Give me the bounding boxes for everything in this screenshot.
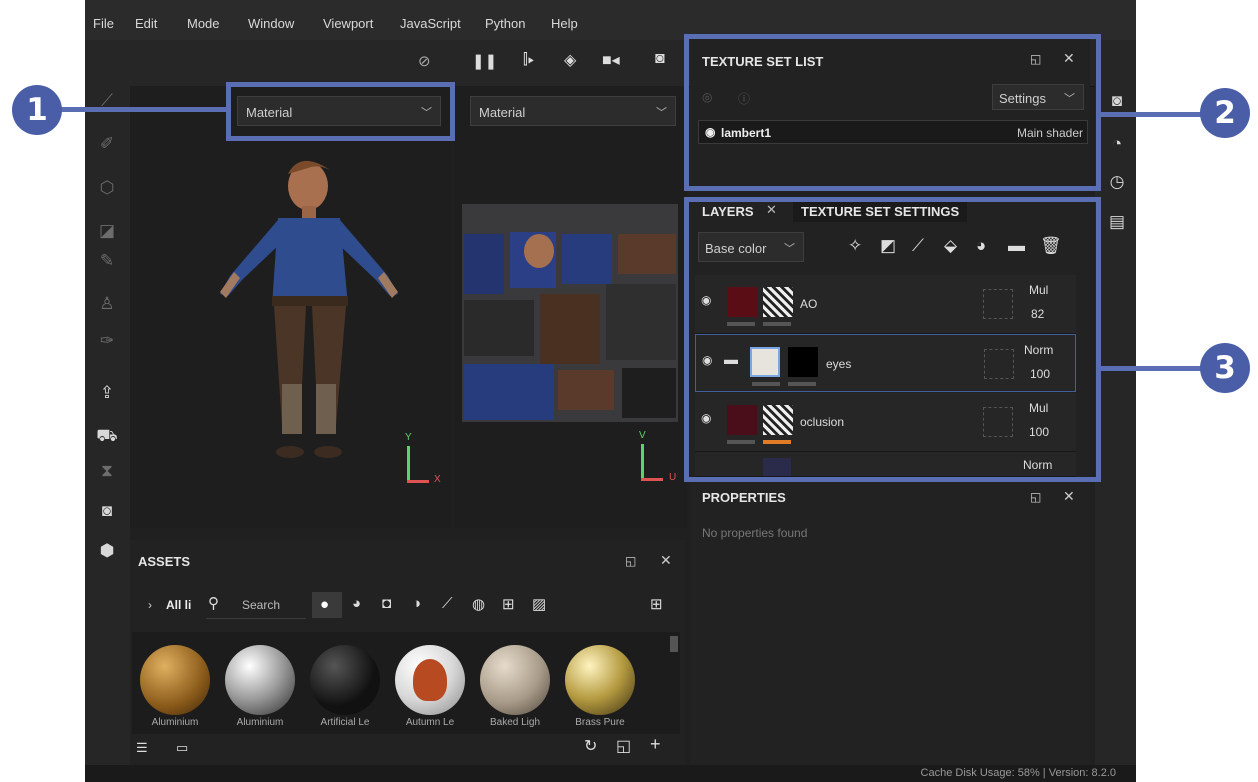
menu-file[interactable]: File <box>93 16 114 31</box>
display-icon[interactable]: ◔ <box>1105 133 1129 155</box>
filter-generators-icon[interactable]: ◑ <box>412 595 421 612</box>
axis-x-label: X <box>434 474 441 485</box>
close-icon[interactable]: ✕ <box>660 552 672 569</box>
pause-icon[interactable]: ❚❚ <box>472 52 497 70</box>
asset-label: Artificial Le <box>320 717 370 728</box>
undock-icon[interactable]: ◱ <box>625 554 636 568</box>
smudge-icon[interactable]: ✎ <box>95 250 119 272</box>
cube-view-icon[interactable]: ◈ <box>564 50 576 70</box>
undock-icon[interactable]: ◱ <box>1030 490 1041 504</box>
axis-y-line <box>407 446 410 480</box>
dropdown-value: Material <box>479 105 526 120</box>
status-text: Cache Disk Usage: 58% | Version: 8.2.0 <box>920 767 1116 779</box>
camera-off-icon[interactable]: ⊘ <box>418 52 438 72</box>
empty-message: No properties found <box>702 526 808 540</box>
uv-texture-map <box>462 204 678 422</box>
properties-panel: PROPERTIES ◱ ✕ No properties found <box>690 482 1090 765</box>
menu-window[interactable]: Window <box>248 16 294 31</box>
breadcrumb[interactable]: All li <box>166 598 191 612</box>
projection-icon[interactable]: ⬡ <box>95 177 119 199</box>
asset-baked-light[interactable] <box>480 645 550 715</box>
asset-brass-pure[interactable] <box>565 645 635 715</box>
menu-python[interactable]: Python <box>485 16 525 31</box>
eraser-icon[interactable]: ✐ <box>95 133 119 155</box>
asset-label: Baked Ligh <box>489 717 541 728</box>
callout-box-1 <box>226 82 455 141</box>
filter-alphas-icon[interactable]: ⊞ <box>502 595 515 613</box>
right-toolbar: ◙ ◔ ◷ ▤ <box>1095 40 1136 765</box>
asset-label: Brass Pure <box>575 717 625 728</box>
scrollbar[interactable] <box>670 636 678 652</box>
export-icon[interactable]: ⇪ <box>95 382 119 404</box>
video-camera-icon[interactable]: ■◂ <box>602 50 620 70</box>
panel-title: PROPERTIES <box>702 490 786 505</box>
search-field[interactable]: ⚲ Search <box>206 592 306 619</box>
viewport-2d-material-dropdown[interactable]: Material ﹀ <box>470 96 676 126</box>
asset-label: Aluminium <box>151 717 199 728</box>
refresh-icon[interactable]: ↻ <box>584 736 597 756</box>
panel-title: ASSETS <box>138 554 191 569</box>
left-toolbar: ⟋ ✐ ⬡ ◪ ✎ ♙ ✑ ⇪ ⛟ ⧗ ◙ ⬢ <box>85 40 130 765</box>
hourglass-icon[interactable]: ⧗ <box>95 460 119 482</box>
menu-javascript[interactable]: JavaScript <box>400 16 461 31</box>
asset-aluminium[interactable] <box>225 645 295 715</box>
filter-materials-icon[interactable]: ● <box>312 592 342 618</box>
axis-u-label: U <box>669 472 677 483</box>
callout-badge-2: 2 <box>1200 88 1250 138</box>
mesh-icon[interactable]: ⬢ <box>95 540 119 562</box>
axis-v-label: V <box>639 430 646 441</box>
axis-x-line <box>407 480 429 483</box>
filter-smart-materials-icon[interactable]: ◕ <box>352 595 361 612</box>
uv-face <box>524 234 554 268</box>
search-icon: ⚲ <box>208 595 219 612</box>
asset-artificial-leather[interactable] <box>310 645 380 715</box>
camera-icon[interactable]: ◙ <box>1105 90 1129 112</box>
filter-brushes-icon[interactable]: ⟋ <box>442 595 453 612</box>
status-bar: Cache Disk Usage: 58% | Version: 8.2.0 <box>85 765 1136 782</box>
filter-masks-icon[interactable]: ◘ <box>382 595 391 612</box>
character-model <box>220 160 398 458</box>
bake-icon[interactable]: ⛟ <box>95 425 119 447</box>
filter-environments-icon[interactable]: ▨ <box>532 595 546 613</box>
screenshot-icon[interactable]: ◙ <box>655 50 665 68</box>
viewport-3d[interactable]: Y X <box>130 86 452 528</box>
asset-aluminium-gold[interactable] <box>140 645 210 715</box>
axis-u-line <box>641 478 663 481</box>
symmetry-icon[interactable]: ⫿▸ <box>523 51 535 68</box>
add-icon[interactable]: + <box>650 734 661 755</box>
display-settings-icon[interactable]: ◙ <box>95 500 119 522</box>
callout-box-2 <box>684 34 1101 191</box>
menu-viewport[interactable]: Viewport <box>323 16 373 31</box>
callout-box-3 <box>684 197 1101 482</box>
expand-icon[interactable]: › <box>148 598 152 612</box>
close-icon[interactable]: ✕ <box>1063 488 1075 505</box>
folder-view-icon[interactable]: ▭ <box>176 740 188 756</box>
chevron-down-icon: ﹀ <box>656 107 667 119</box>
history-icon[interactable]: ◷ <box>1105 171 1129 193</box>
callout-leader-2 <box>1099 112 1209 117</box>
grid-view-icon[interactable]: ⊞ <box>650 595 663 613</box>
axis-y-label: Y <box>405 432 412 443</box>
search-placeholder: Search <box>242 598 281 612</box>
callout-leader-1 <box>60 107 228 112</box>
axis-v-line <box>641 444 644 478</box>
menu-mode[interactable]: Mode <box>187 16 220 31</box>
color-picker-icon[interactable]: ✑ <box>95 330 119 352</box>
callout-leader-3 <box>1099 366 1209 371</box>
asset-label: Aluminium <box>236 717 284 728</box>
menu-help[interactable]: Help <box>551 16 578 31</box>
list-view-icon[interactable]: ☰ <box>136 740 148 756</box>
viewport-2d[interactable]: V U <box>454 86 687 528</box>
polygon-fill-icon[interactable]: ◪ <box>95 220 119 242</box>
log-icon[interactable]: ▤ <box>1105 211 1129 233</box>
callout-badge-1: 1 <box>12 85 62 135</box>
asset-label: Autumn Le <box>405 717 455 728</box>
filter-textures-icon[interactable]: ◍ <box>472 595 485 613</box>
asset-autumn-leaf[interactable] <box>395 645 465 715</box>
clone-stamp-icon[interactable]: ♙ <box>95 293 119 315</box>
import-icon[interactable]: ◱ <box>616 736 631 756</box>
menu-edit[interactable]: Edit <box>135 16 157 31</box>
callout-badge-3: 3 <box>1200 343 1250 393</box>
